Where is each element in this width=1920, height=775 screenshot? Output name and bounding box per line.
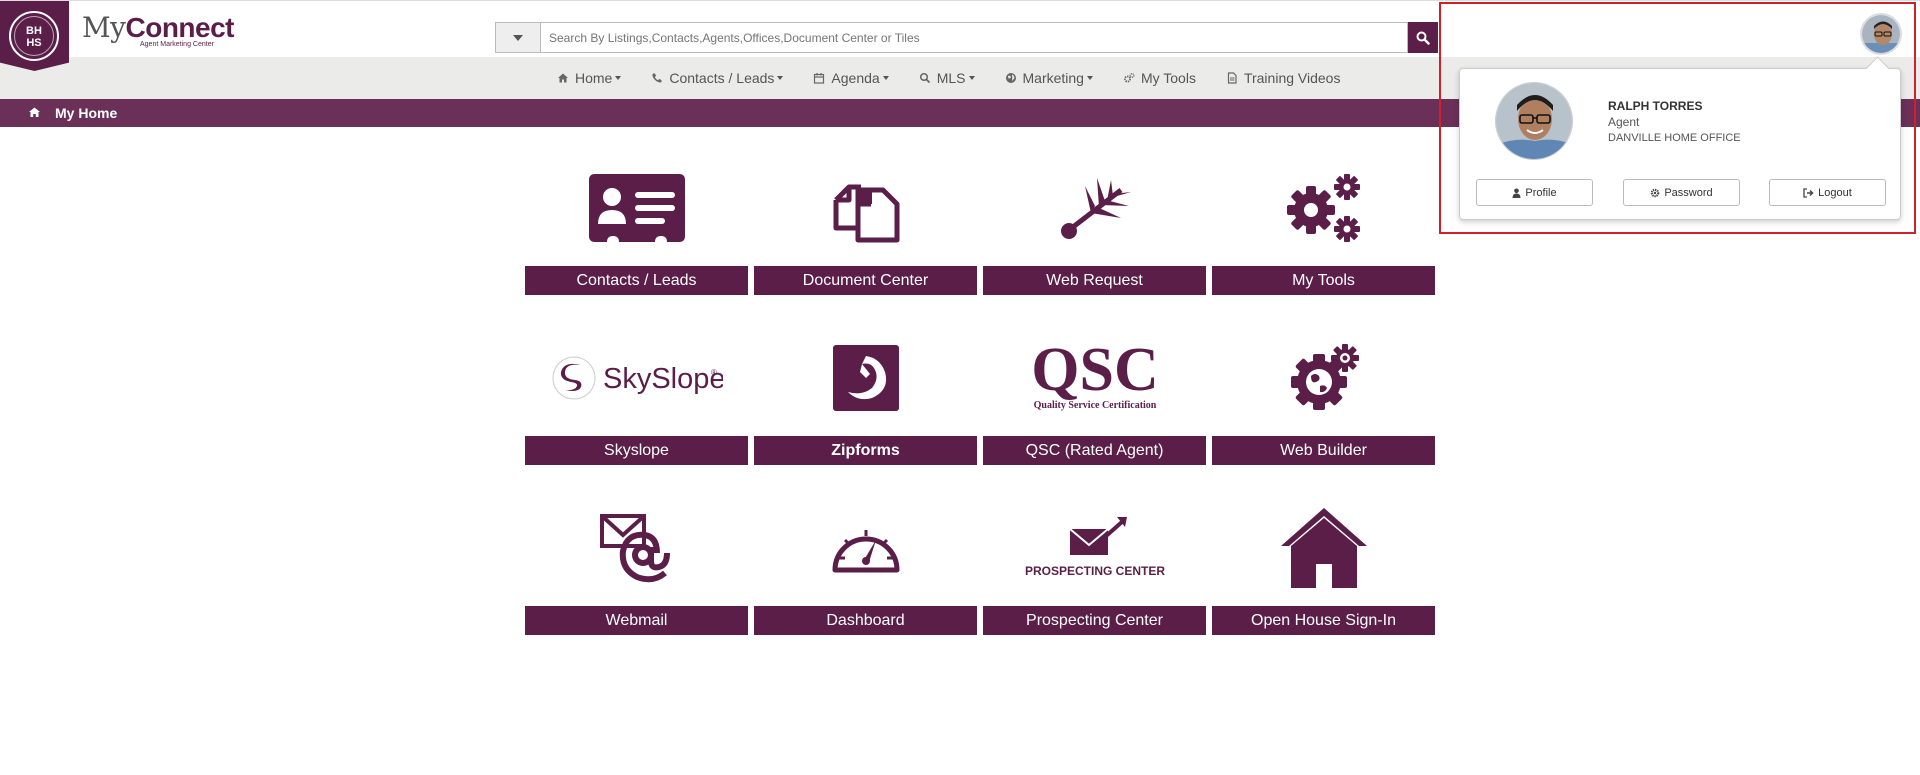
- prospecting-icon: PROSPECTING CENTER: [1025, 516, 1165, 578]
- web-builder-icon: [1290, 343, 1359, 410]
- bhhs-seal: BH HS: [9, 11, 59, 61]
- caret-down-icon: [1086, 76, 1093, 80]
- nav-contacts-leads[interactable]: Contacts / Leads: [651, 70, 784, 86]
- breadcrumb[interactable]: My Home: [28, 99, 117, 127]
- home-icon: [557, 72, 569, 84]
- svg-text:®: ®: [711, 368, 717, 377]
- documents-icon: [833, 184, 899, 242]
- search-icon: [919, 72, 931, 84]
- logout-icon: [1803, 187, 1814, 198]
- tile-label: Web Builder: [1212, 436, 1435, 465]
- profile-label: Profile: [1525, 186, 1557, 199]
- brand-tagline: Agent Marketing Center: [140, 41, 214, 48]
- tile-label: Web Request: [983, 266, 1206, 295]
- tile-label: Contacts / Leads: [525, 266, 748, 295]
- nav-label: Training Videos: [1243, 70, 1341, 86]
- gears-icon: [1123, 72, 1135, 84]
- document-icon: [1226, 72, 1238, 84]
- qsc-wordmark: QSC: [1031, 340, 1158, 404]
- tile-web-builder[interactable]: Web Builder: [1212, 320, 1435, 465]
- tile-label: Skyslope: [525, 436, 748, 465]
- logout-button[interactable]: Logout: [1769, 179, 1886, 206]
- nav-label: My Tools: [1140, 70, 1196, 86]
- tile-label: Webmail: [525, 606, 748, 635]
- skyslope-wordmark: SkySlope: [603, 363, 723, 395]
- popup-avatar: [1495, 82, 1573, 160]
- nav-label: Agenda: [831, 70, 880, 86]
- tile-label: QSC (Rated Agent): [983, 436, 1206, 465]
- brand-connect: Connect: [125, 12, 235, 43]
- brand[interactable]: MyConnect Agent Marketing Center: [82, 11, 235, 48]
- web-request-icon: [1060, 177, 1131, 239]
- user-popup: RALPH TORRES Agent DANVILLE HOME OFFICE …: [1459, 68, 1901, 220]
- tile-document-center[interactable]: Document Center: [754, 150, 977, 295]
- caret-down-icon: [615, 76, 622, 80]
- tile-label: Prospecting Center: [983, 606, 1206, 635]
- qsc-logo: QSC Quality Service Certification: [1031, 340, 1158, 411]
- tile-label: Dashboard: [754, 606, 977, 635]
- chevron-down-icon: [513, 34, 523, 41]
- avatar: [1496, 83, 1572, 159]
- logout-label: Logout: [1818, 186, 1852, 199]
- breadcrumb-label: My Home: [55, 105, 118, 121]
- tile-zipforms[interactable]: Zipforms: [754, 320, 977, 465]
- gears-icon: [1286, 173, 1360, 242]
- nav-mls[interactable]: MLS: [919, 70, 975, 86]
- password-label: Password: [1664, 186, 1713, 199]
- nav-label: Home: [575, 70, 613, 86]
- search-category-dropdown[interactable]: [495, 22, 541, 53]
- search-input[interactable]: [541, 22, 1408, 53]
- tile-label: Open House Sign-In: [1212, 606, 1435, 635]
- webmail-icon: [599, 513, 670, 582]
- tile-dashboard[interactable]: Dashboard: [754, 490, 977, 635]
- nav-home[interactable]: Home: [557, 70, 622, 86]
- tile-prospecting-center[interactable]: PROSPECTING CENTER Prospecting Center: [983, 490, 1206, 635]
- calendar-icon: [813, 72, 825, 84]
- caret-down-icon: [968, 76, 975, 80]
- gear-icon: [1650, 188, 1660, 198]
- qsc-subtext: Quality Service Certification: [1033, 400, 1156, 411]
- user-name: RALPH TORRES: [1608, 99, 1703, 113]
- nav-label: Marketing: [1022, 70, 1084, 86]
- tile-webmail[interactable]: Webmail: [525, 490, 748, 635]
- nav-my-tools[interactable]: My Tools: [1123, 70, 1196, 86]
- tile-web-request[interactable]: Web Request: [983, 150, 1206, 295]
- search-button[interactable]: [1408, 22, 1438, 53]
- caret-down-icon: [777, 76, 784, 80]
- phone-icon: [651, 72, 663, 84]
- password-button[interactable]: Password: [1623, 179, 1740, 206]
- search-bar: [495, 22, 1438, 53]
- house-icon: [1280, 507, 1367, 588]
- search-icon: [1416, 31, 1430, 45]
- tile-qsc-rated-agent[interactable]: QSC Quality Service Certification QSC (R…: [983, 320, 1206, 465]
- brand-my: My: [82, 11, 126, 44]
- skyslope-logo: SkySlope ®: [552, 356, 723, 399]
- tile-label: Zipforms: [754, 436, 977, 465]
- dashboard-icon: [832, 529, 899, 572]
- nav-agenda[interactable]: Agenda: [813, 70, 889, 86]
- user-icon: [1512, 188, 1521, 198]
- nav-marketing[interactable]: Marketing: [1005, 70, 1093, 86]
- prospecting-wordmark: PROSPECTING CENTER: [1025, 564, 1165, 578]
- tile-my-tools[interactable]: My Tools: [1212, 150, 1435, 295]
- nav-label: Contacts / Leads: [669, 70, 775, 86]
- home-icon: [28, 105, 41, 121]
- caret-down-icon: [882, 76, 889, 80]
- user-role: Agent: [1608, 115, 1640, 129]
- globe-icon: [1005, 72, 1017, 84]
- bhhs-logo[interactable]: BH HS: [0, 1, 69, 71]
- tile-contacts-leads[interactable]: Contacts / Leads: [525, 150, 748, 295]
- contact-card-icon: [588, 173, 685, 242]
- user-office: DANVILLE HOME OFFICE: [1608, 132, 1741, 144]
- tile-skyslope[interactable]: SkySlope ® Skyslope: [525, 320, 748, 465]
- profile-button[interactable]: Profile: [1476, 179, 1593, 206]
- tile-open-house-sign-in[interactable]: Open House Sign-In: [1212, 490, 1435, 635]
- nav-label: MLS: [936, 70, 966, 86]
- tile-label: My Tools: [1212, 266, 1435, 295]
- zipforms-logo: [832, 344, 899, 411]
- tile-label: Document Center: [754, 266, 977, 295]
- nav-training-videos[interactable]: Training Videos: [1226, 70, 1341, 86]
